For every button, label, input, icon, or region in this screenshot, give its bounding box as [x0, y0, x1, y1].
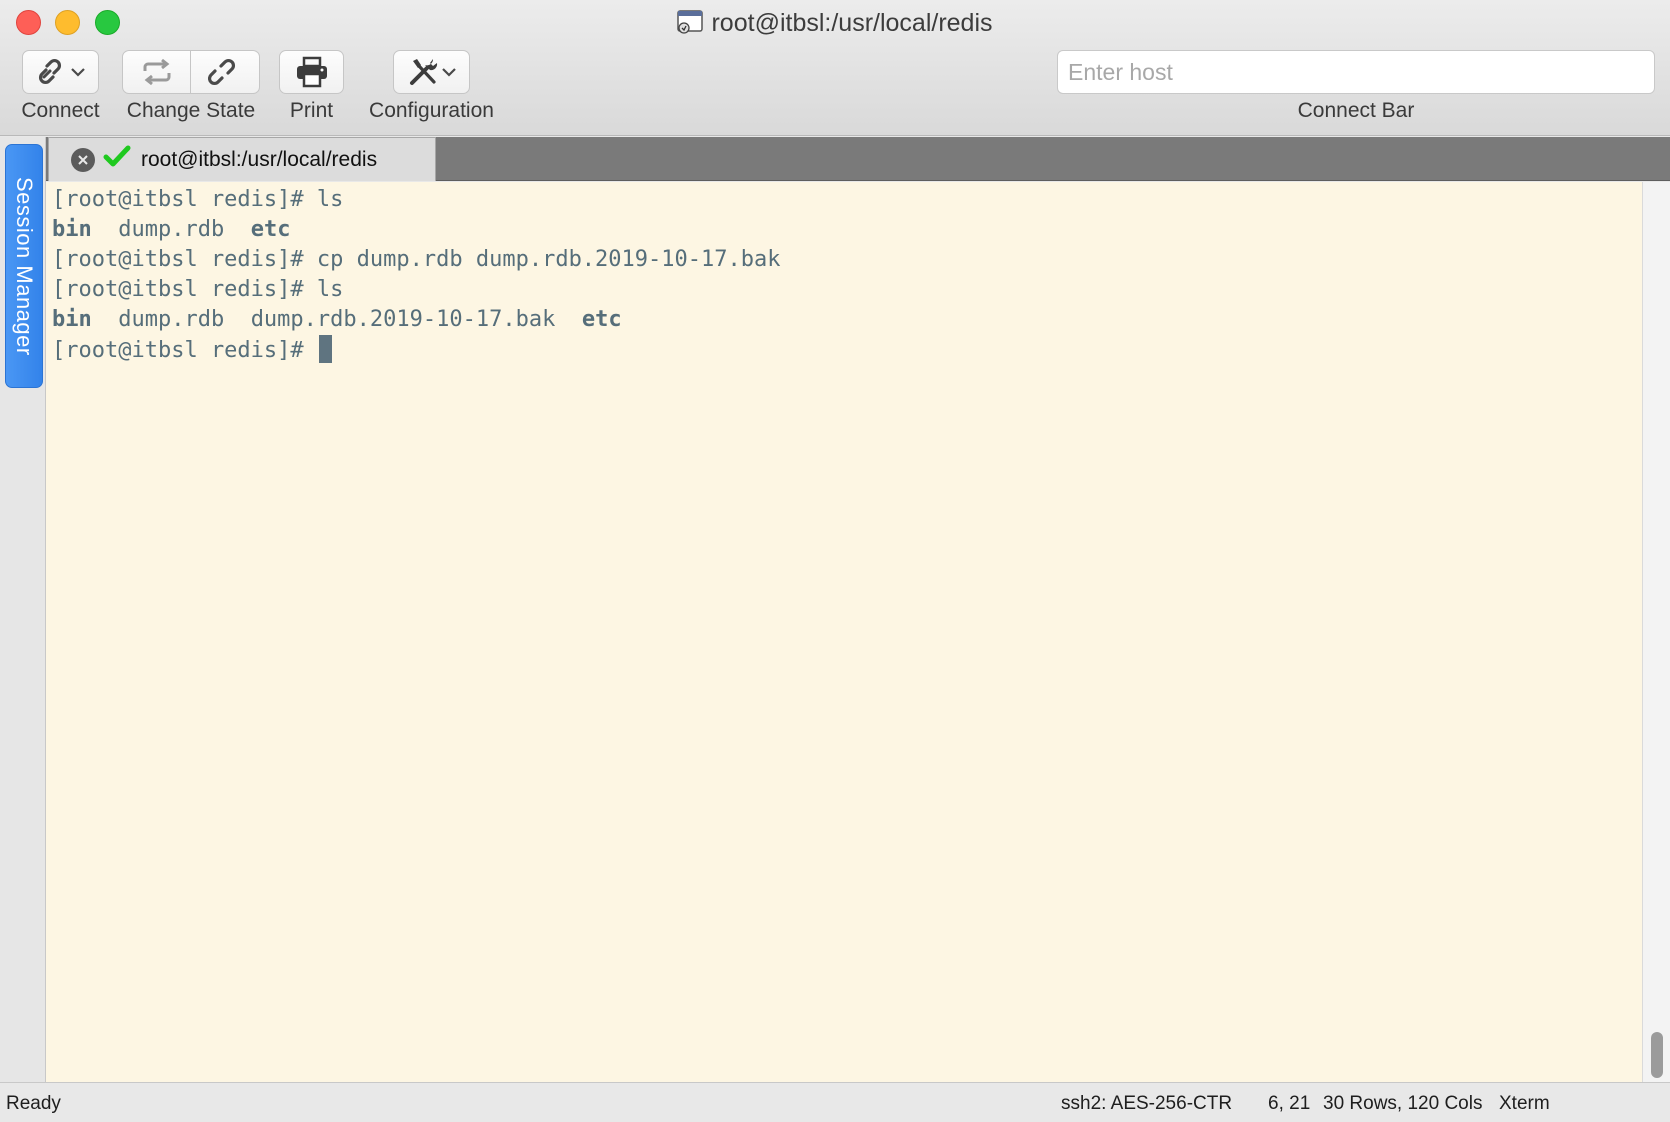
terminal-cursor	[318, 335, 332, 363]
file-entries: dump.rdb dump.rdb.2019-10-17.bak	[91, 307, 582, 332]
configuration-button[interactable]	[393, 50, 470, 94]
connect-bar-label: Connect Bar	[1297, 99, 1415, 122]
session-manager-tab[interactable]: Session Manager	[5, 144, 43, 388]
close-tab-icon[interactable]	[71, 147, 95, 172]
broken-link-icon	[208, 57, 242, 87]
status-state: Ready	[6, 1093, 61, 1114]
terminal-line: [root@itbsl redis]# ls	[52, 275, 1636, 305]
scrollbar-thumb[interactable]	[1651, 1032, 1663, 1078]
status-bar: Ready ssh2: AES-256-CTR 6, 21 30 Rows, 1…	[0, 1082, 1670, 1122]
status-cipher: ssh2: AES-256-CTR	[1061, 1093, 1233, 1114]
status-cursor-position: 6, 21	[1268, 1093, 1311, 1114]
disconnect-button[interactable]	[191, 50, 260, 94]
terminal-screen[interactable]: [root@itbsl redis]# ls bin dump.rdb etc …	[46, 182, 1642, 1082]
terminal-scrollbar[interactable]	[1642, 182, 1670, 1082]
shell-command: ls	[316, 187, 344, 212]
terminal-line: [root@itbsl redis]# cp dump.rdb dump.rdb…	[52, 245, 1636, 275]
title-toolbar-area: root@itbsl:/usr/local/redis Connect Chan…	[0, 0, 1670, 136]
session-tab[interactable]: root@itbsl:/usr/local/redis	[48, 137, 436, 181]
link-icon	[36, 57, 70, 87]
dir-entry: etc	[581, 307, 622, 332]
shell-prompt: [root@itbsl redis]#	[52, 247, 317, 272]
printer-icon	[295, 56, 329, 88]
shell-prompt: [root@itbsl redis]#	[52, 338, 317, 363]
print-button[interactable]	[279, 50, 344, 94]
session-manager-label: Session Manager	[12, 176, 37, 356]
shell-prompt: [root@itbsl redis]#	[52, 277, 317, 302]
window-title: root@itbsl:/usr/local/redis	[711, 9, 993, 37]
dir-entry: bin	[52, 217, 92, 242]
connect-button[interactable]	[22, 50, 99, 94]
chevron-down-icon	[441, 66, 457, 78]
connect-label: Connect	[21, 99, 100, 122]
reconnect-button[interactable]	[122, 50, 191, 94]
terminal-line: bin dump.rdb dump.rdb.2019-10-17.bak etc	[52, 305, 1636, 335]
terminal-line: [root@itbsl redis]# ls	[52, 185, 1636, 215]
connected-check-icon	[103, 145, 131, 174]
print-label: Print	[289, 99, 334, 122]
status-dimensions: 30 Rows, 120 Cols	[1323, 1093, 1483, 1114]
chevron-down-icon	[70, 66, 86, 78]
file-entries: dump.rdb	[91, 217, 251, 242]
terminal-line: bin dump.rdb etc	[52, 215, 1636, 245]
host-input[interactable]	[1057, 50, 1655, 94]
refresh-icon	[139, 57, 175, 87]
shell-command: cp dump.rdb dump.rdb.2019-10-17.bak	[316, 247, 781, 272]
status-terminal-type: Xterm	[1499, 1093, 1550, 1114]
configuration-label: Configuration	[369, 99, 494, 122]
window-title-bar: root@itbsl:/usr/local/redis	[0, 6, 1670, 40]
shell-command: ls	[316, 277, 344, 302]
dir-entry: bin	[52, 307, 92, 332]
shell-prompt: [root@itbsl redis]#	[52, 187, 317, 212]
tab-strip: root@itbsl:/usr/local/redis	[46, 137, 1670, 181]
terminal-line: [root@itbsl redis]#	[52, 335, 1636, 365]
tools-icon	[407, 56, 441, 88]
session-manager-sidebar: Session Manager	[0, 137, 46, 1082]
terminal-window-icon	[677, 9, 704, 35]
dir-entry: etc	[250, 217, 291, 242]
session-tab-label: root@itbsl:/usr/local/redis	[141, 147, 378, 171]
change-state-label: Change State	[126, 99, 256, 122]
